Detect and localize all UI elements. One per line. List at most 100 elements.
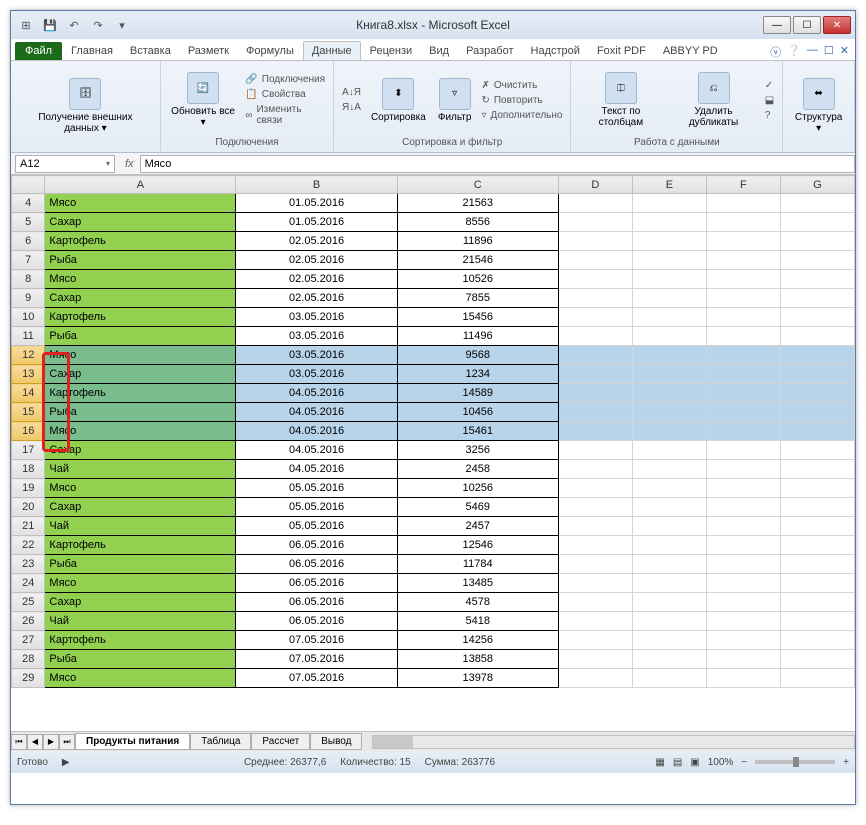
cell[interactable] <box>558 194 632 213</box>
cell[interactable] <box>632 194 706 213</box>
cell[interactable]: 14589 <box>397 384 558 403</box>
edit-links-button[interactable]: ∞Изменить связи <box>243 103 327 127</box>
sort-za-button[interactable]: Я↓А <box>340 101 363 114</box>
get-external-data-button[interactable]: 🗄 Получение внешних данных ▾ <box>17 76 154 136</box>
formula-input[interactable]: Мясо <box>140 155 855 173</box>
data-validation-icon[interactable]: ✓ <box>763 79 776 92</box>
outline-button[interactable]: ⬌ Структура ▾ <box>789 76 848 136</box>
cell[interactable] <box>706 232 780 251</box>
cell[interactable] <box>632 612 706 631</box>
cell[interactable] <box>706 669 780 688</box>
cell[interactable] <box>632 631 706 650</box>
cell[interactable] <box>632 517 706 536</box>
clear-filter-button[interactable]: ✗Очистить <box>479 79 564 92</box>
cell[interactable] <box>706 574 780 593</box>
cell[interactable]: 06.05.2016 <box>236 612 397 631</box>
sheet-nav-next[interactable]: ▶ <box>43 734 59 750</box>
cell[interactable]: Чай <box>45 460 236 479</box>
cell[interactable]: 02.05.2016 <box>236 251 397 270</box>
cell[interactable] <box>632 289 706 308</box>
cell[interactable] <box>632 555 706 574</box>
cell[interactable] <box>780 346 854 365</box>
cell[interactable]: 03.05.2016 <box>236 308 397 327</box>
cell[interactable] <box>632 403 706 422</box>
cell[interactable] <box>780 593 854 612</box>
cell[interactable]: 1234 <box>397 365 558 384</box>
cell[interactable]: 05.05.2016 <box>236 479 397 498</box>
sheet-tab[interactable]: Вывод <box>310 733 362 750</box>
properties-button[interactable]: 📋Свойства <box>243 88 327 101</box>
cell[interactable] <box>706 555 780 574</box>
cell[interactable]: 04.05.2016 <box>236 403 397 422</box>
column-header-G[interactable]: G <box>780 176 854 194</box>
cell[interactable]: 07.05.2016 <box>236 650 397 669</box>
cell[interactable] <box>632 650 706 669</box>
cell[interactable]: 14256 <box>397 631 558 650</box>
cell[interactable] <box>632 308 706 327</box>
cell[interactable]: 11496 <box>397 327 558 346</box>
cell[interactable] <box>632 213 706 232</box>
cell[interactable]: Сахар <box>45 441 236 460</box>
sheet-nav-first[interactable]: ⏮ <box>11 734 27 750</box>
row-header-19[interactable]: 19 <box>12 479 45 498</box>
cell[interactable] <box>632 460 706 479</box>
cell[interactable]: 13978 <box>397 669 558 688</box>
cell[interactable]: Мясо <box>45 669 236 688</box>
cell[interactable]: Картофель <box>45 536 236 555</box>
cell[interactable]: 2457 <box>397 517 558 536</box>
cell[interactable]: 05.05.2016 <box>236 517 397 536</box>
row-header-22[interactable]: 22 <box>12 536 45 555</box>
cell[interactable]: 03.05.2016 <box>236 346 397 365</box>
cell[interactable] <box>558 612 632 631</box>
cell[interactable]: Сахар <box>45 213 236 232</box>
cell[interactable]: Мясо <box>45 479 236 498</box>
row-header-12[interactable]: 12 <box>12 346 45 365</box>
cell[interactable] <box>558 365 632 384</box>
cell[interactable] <box>632 441 706 460</box>
cell[interactable]: 12546 <box>397 536 558 555</box>
cell[interactable] <box>706 422 780 441</box>
select-all-corner[interactable] <box>12 176 45 194</box>
cell[interactable] <box>706 289 780 308</box>
cell[interactable] <box>632 346 706 365</box>
cell[interactable]: 5469 <box>397 498 558 517</box>
cell[interactable]: 21563 <box>397 194 558 213</box>
whatif-icon[interactable]: ? <box>763 109 776 122</box>
column-header-F[interactable]: F <box>706 176 780 194</box>
tab-addins[interactable]: Надстрой <box>523 42 588 60</box>
cell[interactable] <box>780 384 854 403</box>
tab-formulas[interactable]: Формулы <box>238 42 302 60</box>
cell[interactable] <box>632 479 706 498</box>
cell[interactable] <box>780 232 854 251</box>
cell[interactable] <box>558 669 632 688</box>
cell[interactable]: Рыба <box>45 403 236 422</box>
cell[interactable] <box>780 422 854 441</box>
cell[interactable] <box>780 308 854 327</box>
cell[interactable]: Сахар <box>45 289 236 308</box>
close-button[interactable]: ✕ <box>823 16 851 34</box>
cell[interactable]: 13858 <box>397 650 558 669</box>
cell[interactable] <box>632 593 706 612</box>
sheet-tab[interactable]: Продукты питания <box>75 733 190 750</box>
row-header-27[interactable]: 27 <box>12 631 45 650</box>
tab-data[interactable]: Данные <box>303 41 361 60</box>
cell[interactable]: 15456 <box>397 308 558 327</box>
cell[interactable] <box>780 251 854 270</box>
cell[interactable] <box>706 346 780 365</box>
cell[interactable] <box>706 365 780 384</box>
cell[interactable]: 2458 <box>397 460 558 479</box>
cell[interactable]: Мясо <box>45 346 236 365</box>
cell[interactable] <box>632 251 706 270</box>
zoom-out-button[interactable]: − <box>741 757 747 768</box>
cell[interactable] <box>780 498 854 517</box>
cell[interactable] <box>780 555 854 574</box>
cell[interactable] <box>558 441 632 460</box>
cell[interactable]: 5418 <box>397 612 558 631</box>
row-header-16[interactable]: 16 <box>12 422 45 441</box>
cell[interactable] <box>706 517 780 536</box>
row-header-20[interactable]: 20 <box>12 498 45 517</box>
tab-foxit[interactable]: Foxit PDF <box>589 42 654 60</box>
column-header-C[interactable]: C <box>397 176 558 194</box>
cell[interactable]: 4578 <box>397 593 558 612</box>
cell[interactable]: 02.05.2016 <box>236 270 397 289</box>
